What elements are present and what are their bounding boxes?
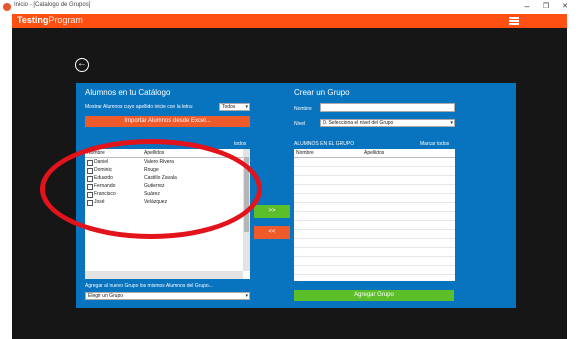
table-row[interactable]: Dominic Rouge	[85, 167, 243, 174]
vertical-scrollbar[interactable]	[243, 149, 250, 271]
window-titlebar: Inicio - [Catalogo de Grupos] – ❐ ✕	[0, 0, 579, 14]
scroll-thumb[interactable]	[244, 157, 249, 232]
hamburger-icon[interactable]	[509, 17, 519, 25]
col-apellidos: Apellidos	[364, 150, 385, 156]
minimize-button[interactable]: –	[518, 1, 536, 11]
row-checkbox[interactable]	[87, 200, 93, 206]
add-to-group-button[interactable]: >>	[254, 205, 290, 218]
row-checkbox[interactable]	[87, 192, 93, 198]
row-checkbox[interactable]	[87, 168, 93, 174]
filter-label: Mostrar Alumnos cuyo apellido inicie con…	[85, 104, 194, 110]
level-label: Nivel	[294, 121, 306, 127]
remove-from-group-button[interactable]: <<	[254, 226, 290, 239]
group-members-list: Nombre Apellidos	[294, 149, 455, 281]
catalog-title: Alumnos en tu Catálogo	[85, 88, 171, 97]
row-checkbox[interactable]	[87, 184, 93, 190]
app-header: TestingProgram	[12, 14, 567, 28]
maximize-button[interactable]: ❐	[537, 2, 555, 10]
row-checkbox[interactable]	[87, 176, 93, 182]
level-select[interactable]: 0. Selecciona el nivel del Grupo ▾	[320, 119, 455, 127]
group-name-input[interactable]	[320, 103, 455, 112]
table-row[interactable]: Francisco Suárez	[85, 191, 243, 198]
catalog-list: Nombre Apellidos Daniel Valero Rivera Dom…	[85, 149, 250, 279]
table-row[interactable]: José Velázquez	[85, 199, 243, 206]
close-button[interactable]: ✕	[556, 2, 574, 10]
table-row[interactable]: Fernando Gutierrez	[85, 183, 243, 190]
copy-group-label: Agregar al nuevo Grupo los mismos Alumno…	[85, 283, 213, 289]
col-nombre: Nombre	[87, 150, 105, 156]
add-group-button[interactable]: Agregar Grupo	[294, 290, 454, 301]
row-checkbox[interactable]	[87, 160, 93, 166]
brand-logo: TestingProgram	[17, 15, 83, 25]
create-group-title: Crear un Grupo	[294, 88, 350, 97]
name-label: Nombre	[294, 106, 312, 112]
app-window: Inicio - [Catalogo de Grupos] – ❐ ✕ Test…	[0, 0, 579, 339]
group-select[interactable]: Elegir un Grupo ▾	[85, 292, 250, 300]
mark-all-right-link[interactable]: Marcar todos	[420, 141, 449, 147]
import-excel-button[interactable]: Importar Alumnos desde Excel...	[85, 116, 250, 127]
horizontal-scrollbar[interactable]	[85, 271, 243, 279]
window-title: Inicio - [Catalogo de Grupos]	[14, 2, 91, 8]
table-row[interactable]: Daniel Valero Rivera	[85, 159, 243, 166]
app-icon	[3, 3, 11, 11]
letter-filter-select[interactable]: Todos ▾	[219, 103, 250, 111]
back-arrow-icon[interactable]: ←	[75, 58, 89, 72]
table-row[interactable]: Eduardo Castillo Zavala	[85, 175, 243, 182]
col-nombre: Nombre	[296, 150, 314, 156]
members-label: ALUMNOS EN EL GRUPO	[294, 141, 355, 147]
col-apellidos: Apellidos	[144, 150, 165, 156]
mark-all-left-link[interactable]: todos	[234, 141, 246, 147]
